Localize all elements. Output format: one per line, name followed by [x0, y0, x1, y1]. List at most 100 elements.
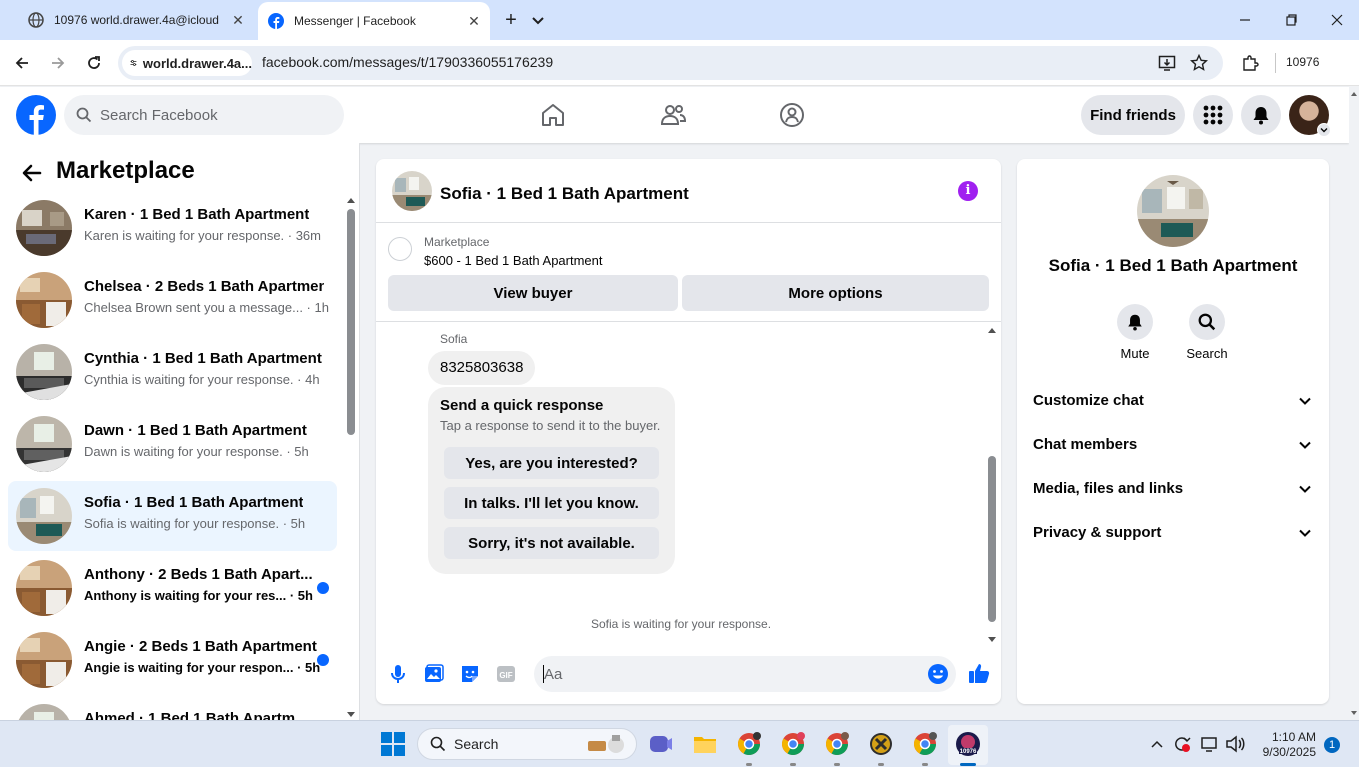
app-x-icon[interactable]: [868, 731, 894, 757]
info-icon[interactable]: i: [958, 181, 978, 201]
forward-icon[interactable]: [46, 51, 70, 75]
taskbar-search[interactable]: Search: [417, 728, 637, 760]
conversation-item[interactable]: Cynthia · 1 Bed 1 Bath Apartment Cynthia…: [8, 337, 337, 407]
section-privacy-support[interactable]: Privacy & support: [1025, 511, 1321, 555]
quick-response-card: Send a quick response Tap a response to …: [428, 387, 675, 574]
message-bubble[interactable]: 8325803638: [428, 351, 536, 385]
close-tab-icon[interactable]: ✕: [464, 11, 484, 31]
install-app-icon[interactable]: [1155, 51, 1179, 75]
gif-icon[interactable]: GIF: [495, 663, 517, 685]
conversation-item-unread[interactable]: Anthony · 2 Beds 1 Bath Apart... Anthony…: [8, 553, 337, 623]
section-chat-members[interactable]: Chat members: [1025, 423, 1321, 467]
conversation-name: Sofia · 1 Bed 1 Bath Apartment: [84, 494, 304, 511]
conversation-item[interactable]: Dawn · 1 Bed 1 Bath Apartment Dawn is wa…: [8, 409, 337, 479]
browser-tab-icloud[interactable]: 10976 world.drawer.4a@icloud ✕: [18, 0, 254, 40]
photo-icon[interactable]: [423, 663, 445, 685]
search-in-chat-button[interactable]: [1189, 304, 1225, 340]
meet-video-icon[interactable]: [648, 731, 674, 757]
bookmark-star-icon[interactable]: [1187, 51, 1211, 75]
conversation-snippet: Dawn is waiting for your response. · 5h: [84, 444, 309, 459]
section-media-files-links[interactable]: Media, files and links: [1025, 467, 1321, 511]
microphone-icon[interactable]: [387, 663, 409, 685]
quick-reply-button[interactable]: Sorry, it's not available.: [444, 527, 659, 559]
chrome-profile-icon[interactable]: [780, 731, 806, 757]
chevron-down-icon: [1299, 397, 1311, 405]
mute-button[interactable]: [1117, 304, 1153, 340]
url-text: facebook.com/messages/t/1790336055176239: [262, 54, 554, 70]
volume-icon[interactable]: [1225, 735, 1245, 753]
back-arrow-icon[interactable]: [20, 161, 44, 185]
quick-reply-button[interactable]: Yes, are you interested?: [444, 447, 659, 479]
chat-title[interactable]: Sofia · 1 Bed 1 Bath Apartment: [440, 184, 689, 204]
emoji-icon[interactable]: [927, 663, 949, 685]
more-options-button[interactable]: More options: [682, 275, 989, 311]
conversation-item-unread[interactable]: Angie · 2 Beds 1 Bath Apartment Angie is…: [8, 625, 337, 695]
page-scrollbar[interactable]: [1349, 87, 1359, 720]
menu-grid-button[interactable]: [1193, 95, 1233, 135]
friends-icon[interactable]: [659, 101, 687, 129]
section-title: Media, files and links: [1033, 480, 1184, 497]
profile-label[interactable]: 10976: [1286, 55, 1319, 69]
conversation-item[interactable]: Chelsea · 2 Beds 1 Bath Apartment Chelse…: [8, 265, 337, 335]
chat-panel: Sofia · 1 Bed 1 Bath Apartment i Marketp…: [376, 159, 1001, 704]
tab-search-icon[interactable]: [528, 10, 548, 30]
file-explorer-icon[interactable]: [692, 731, 718, 757]
chevron-down-icon: [1299, 529, 1311, 537]
listing-card: Marketplace $600 - 1 Bed 1 Bath Apartmen…: [376, 224, 1001, 322]
extensions-icon[interactable]: [1238, 51, 1262, 75]
chrome-profile-icon[interactable]: [912, 731, 938, 757]
search-action[interactable]: Search: [1177, 304, 1237, 361]
site-info-chip[interactable]: world.drawer.4a...: [122, 50, 252, 76]
active-indicator: [960, 763, 976, 766]
conversation-name: Karen · 1 Bed 1 Bath Apartment: [84, 206, 310, 223]
account-avatar[interactable]: [1289, 95, 1331, 137]
minimize-icon[interactable]: [1233, 8, 1257, 32]
sync-alert-icon[interactable]: [1172, 735, 1192, 753]
browser-tabstrip: 10976 world.drawer.4a@icloud ✕ Messenger…: [0, 0, 1359, 40]
quick-reply-button[interactable]: In talks. I'll let you know.: [444, 487, 659, 519]
notification-badge[interactable]: 1: [1324, 737, 1340, 753]
message-input[interactable]: Aa: [534, 656, 956, 692]
scrollbar-thumb[interactable]: [988, 456, 996, 622]
listing-thumbnail: [16, 344, 72, 400]
chat-scrollbar[interactable]: [986, 323, 998, 645]
conversation-item[interactable]: Karen · 1 Bed 1 Bath Apartment Karen is …: [8, 193, 337, 263]
listing-price[interactable]: $600 - 1 Bed 1 Bath Apartment: [424, 253, 603, 268]
facebook-search-input[interactable]: Search Facebook: [64, 95, 344, 135]
home-icon[interactable]: [539, 101, 567, 129]
conversation-name: Angie · 2 Beds 1 Bath Apartment: [84, 638, 317, 655]
unread-dot: [317, 654, 329, 666]
find-friends-button[interactable]: Find friends: [1081, 95, 1185, 135]
active-chrome-profile-icon[interactable]: 10976: [955, 731, 981, 757]
chrome-profile-icon[interactable]: [824, 731, 850, 757]
sticker-icon[interactable]: [459, 663, 481, 685]
windows-start-icon[interactable]: [380, 731, 406, 757]
thumbs-up-icon[interactable]: [967, 661, 991, 685]
mute-action[interactable]: Mute: [1105, 304, 1165, 361]
close-window-icon[interactable]: [1325, 8, 1349, 32]
details-avatar[interactable]: [1137, 175, 1209, 247]
view-buyer-button[interactable]: View buyer: [388, 275, 678, 311]
new-tab-button[interactable]: +: [499, 9, 523, 33]
back-icon[interactable]: [10, 51, 34, 75]
tab-title: Messenger | Facebook: [294, 14, 416, 28]
chevron-up-icon[interactable]: [1150, 738, 1164, 750]
groups-icon[interactable]: [778, 101, 806, 129]
conversation-item[interactable]: Ahmed · 1 Bed 1 Bath Apartm...: [8, 697, 337, 720]
facebook-logo-icon[interactable]: [16, 95, 56, 135]
notifications-button[interactable]: [1241, 95, 1281, 135]
maximize-icon[interactable]: [1279, 8, 1303, 32]
scrollbar-thumb[interactable]: [347, 209, 355, 435]
conversation-item-selected[interactable]: Sofia · 1 Bed 1 Bath Apartment Sofia is …: [8, 481, 337, 551]
system-clock[interactable]: 1:10 AM 9/30/2025: [1250, 730, 1316, 760]
network-icon[interactable]: [1200, 735, 1220, 753]
section-customize-chat[interactable]: Customize chat: [1025, 379, 1321, 423]
chat-listing-avatar[interactable]: [392, 171, 432, 211]
reload-icon[interactable]: [82, 51, 106, 75]
address-bar[interactable]: world.drawer.4a... facebook.com/messages…: [118, 46, 1223, 80]
browser-tab-messenger[interactable]: Messenger | Facebook ✕: [258, 2, 490, 40]
listing-source: Marketplace: [424, 235, 490, 249]
chrome-profile-icon[interactable]: [736, 731, 762, 757]
close-tab-icon[interactable]: ✕: [228, 10, 248, 30]
sidebar-scrollbar[interactable]: [345, 193, 357, 720]
